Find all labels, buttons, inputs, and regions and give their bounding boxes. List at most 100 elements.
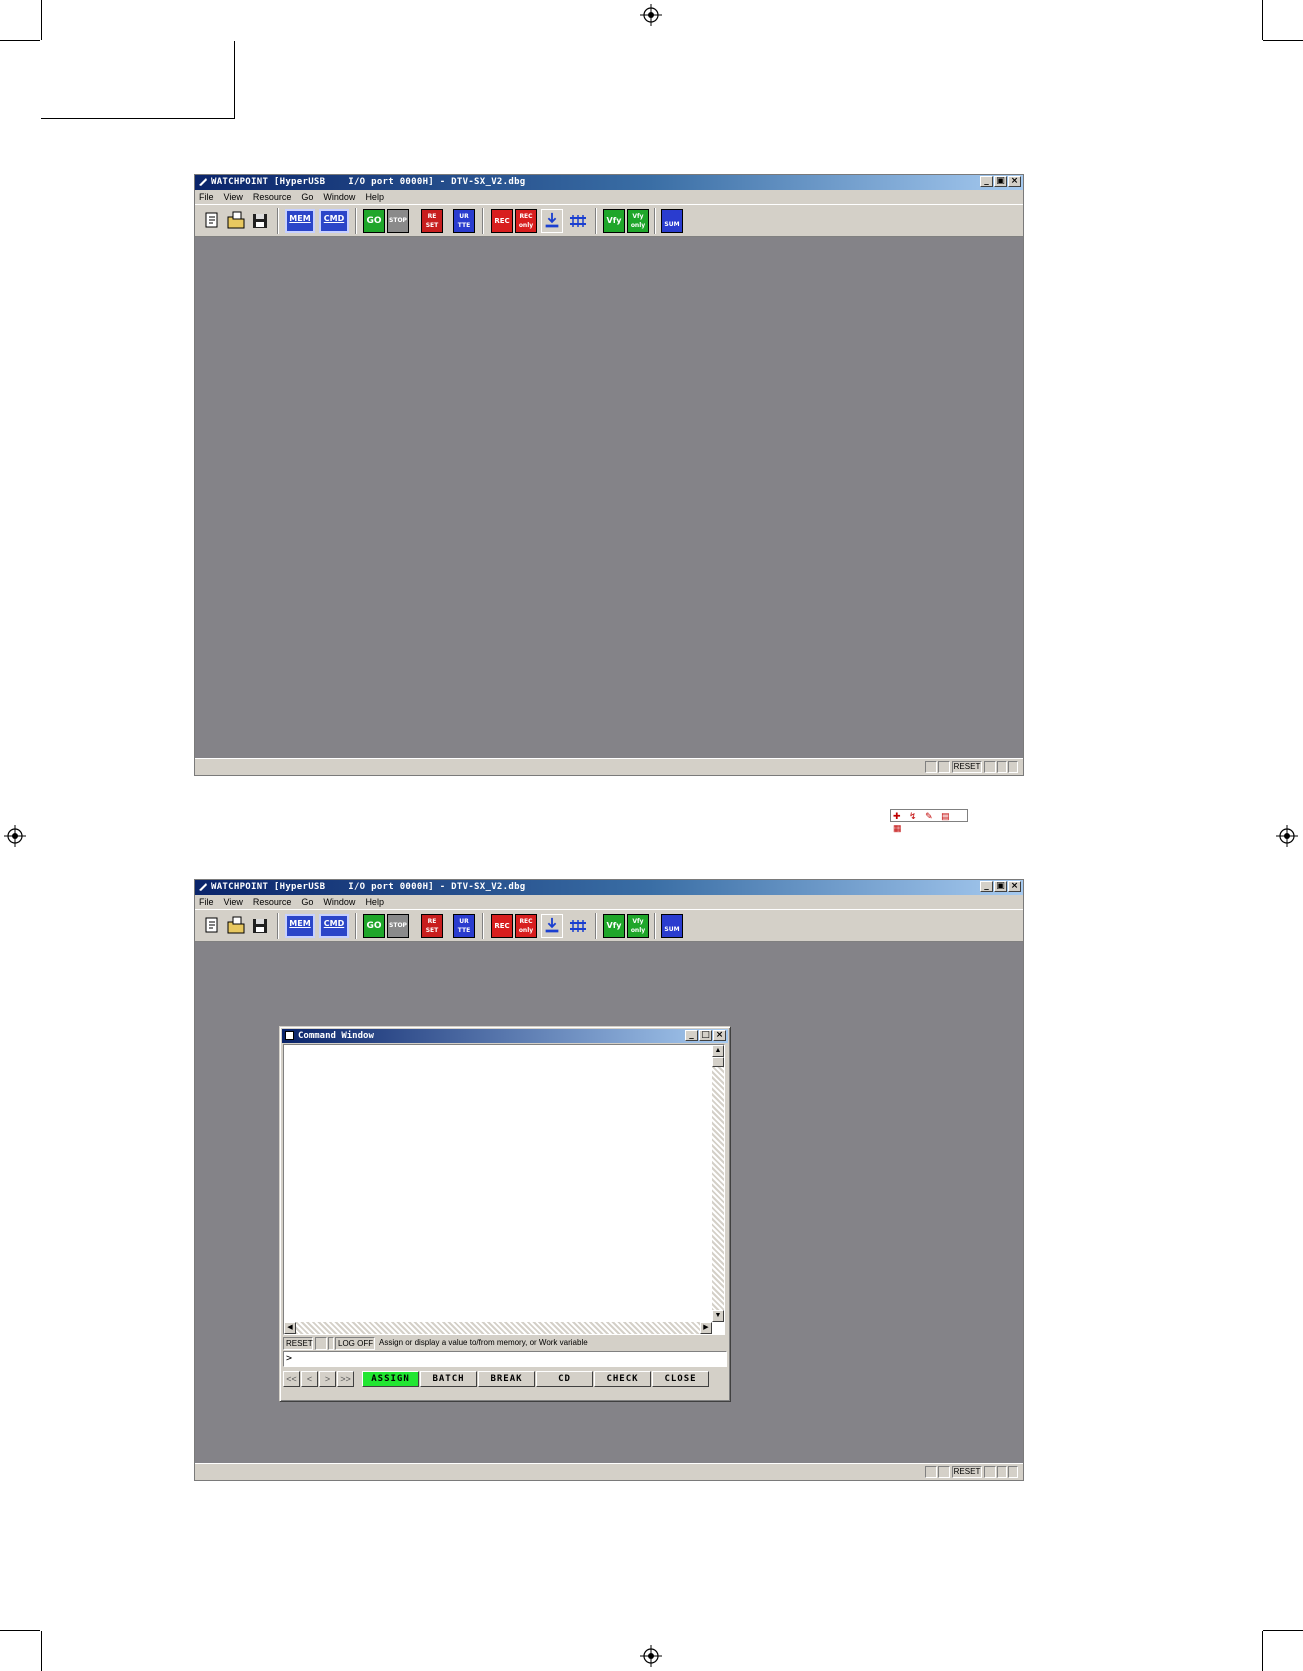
horizontal-scrollbar[interactable]: ◀ ▶: [284, 1322, 712, 1334]
scroll-left-button[interactable]: ◀: [284, 1322, 296, 1334]
open-folder-icon[interactable]: [225, 914, 247, 938]
go-button[interactable]: GO: [363, 914, 385, 938]
crop-mark: [1262, 0, 1263, 40]
breakpoints-icon[interactable]: [567, 914, 589, 938]
rec-only-label-b: only: [518, 927, 534, 934]
reset-button[interactable]: RE SET: [421, 914, 443, 938]
minimize-button[interactable]: _: [980, 881, 993, 892]
verify-only-label-a: Vfy: [632, 918, 644, 925]
app-icon: [199, 178, 207, 186]
save-icon[interactable]: [249, 209, 271, 233]
menu-help[interactable]: Help: [365, 190, 384, 204]
ur-button[interactable]: UR TTE: [453, 914, 475, 938]
cmd-button[interactable]: CMD: [319, 914, 349, 938]
assign-button[interactable]: ASSIGN: [362, 1371, 419, 1387]
verify-only-label-b: only: [630, 222, 646, 229]
scroll-right-button[interactable]: ▶: [700, 1322, 712, 1334]
sum-button[interactable]: SUM: [661, 209, 683, 233]
menu-window[interactable]: Window: [323, 190, 355, 204]
download-icon[interactable]: [541, 914, 563, 938]
maximize-button[interactable]: □: [699, 1030, 712, 1041]
save-icon[interactable]: [249, 914, 271, 938]
break-button[interactable]: BREAK: [478, 1371, 535, 1387]
close-button[interactable]: ×: [713, 1030, 726, 1041]
minimize-button[interactable]: _: [685, 1030, 698, 1041]
vertical-scrollbar[interactable]: ▲ ▼: [712, 1045, 724, 1322]
menu-help[interactable]: Help: [365, 895, 384, 909]
registration-mark-icon: [4, 825, 26, 847]
title-bar[interactable]: WATCHPOINT [HyperUSB I/O port 0000H] - D…: [195, 175, 1023, 190]
verify-only-button[interactable]: Vfy only: [627, 209, 649, 233]
command-input[interactable]: >: [283, 1351, 727, 1367]
verify-only-button[interactable]: Vfy only: [627, 914, 649, 938]
history-last-button[interactable]: >>: [337, 1371, 354, 1387]
rec-button[interactable]: REC: [491, 209, 513, 233]
reset-button[interactable]: RE SET: [421, 209, 443, 233]
minimized-window-icons[interactable]: ✚ ↯ ✎ ▤ ▦: [890, 809, 968, 833]
menu-window[interactable]: Window: [323, 895, 355, 909]
status-reset: RESET: [952, 761, 982, 773]
rec-only-label-b: only: [518, 222, 534, 229]
registration-mark-icon: [640, 1645, 662, 1667]
status-cell: [1008, 1466, 1018, 1478]
status-cell: [984, 1466, 996, 1478]
mem-button[interactable]: MEM: [285, 914, 315, 938]
history-first-button[interactable]: <<: [283, 1371, 300, 1387]
scroll-down-button[interactable]: ▼: [712, 1310, 724, 1322]
go-button[interactable]: GO: [363, 209, 385, 233]
history-next-button[interactable]: >: [319, 1371, 336, 1387]
check-button[interactable]: CHECK: [594, 1371, 651, 1387]
scroll-thumb[interactable]: [712, 1057, 724, 1067]
status-reset: RESET: [283, 1337, 313, 1350]
menu-file[interactable]: File: [199, 190, 214, 204]
history-prev-button[interactable]: <: [301, 1371, 318, 1387]
stop-button[interactable]: STOP: [387, 209, 409, 233]
command-output-area[interactable]: ▲ ▼ ◀ ▶: [283, 1044, 725, 1335]
toolbar-separator: [654, 913, 656, 939]
cd-button[interactable]: CD: [536, 1371, 593, 1387]
restore-button[interactable]: ▣: [994, 881, 1007, 892]
ur-button[interactable]: UR TTE: [453, 209, 475, 233]
mdi-client-area: Command Window _ □ × ▲ ▼ ◀ ▶ RESET LOG O…: [195, 942, 1023, 1463]
toolbar-separator: [595, 208, 597, 234]
close-command-button[interactable]: CLOSE: [652, 1371, 709, 1387]
breakpoints-icon[interactable]: [567, 209, 589, 233]
batch-button[interactable]: BATCH: [420, 1371, 477, 1387]
reset-button-label-a: RE: [427, 918, 437, 925]
menu-go[interactable]: Go: [301, 190, 313, 204]
verify-button[interactable]: Vfy: [603, 914, 625, 938]
menu-resource[interactable]: Resource: [253, 190, 292, 204]
menu-view[interactable]: View: [224, 895, 243, 909]
menu-go[interactable]: Go: [301, 895, 313, 909]
restore-button[interactable]: ▣: [994, 176, 1007, 187]
open-folder-icon[interactable]: [225, 209, 247, 233]
close-button[interactable]: ×: [1008, 881, 1021, 892]
new-file-icon[interactable]: [201, 914, 223, 938]
menu-file[interactable]: File: [199, 895, 214, 909]
frame-line: [41, 118, 235, 119]
command-button-row: << < > >> ASSIGN BATCH BREAK CD CHECK CL…: [283, 1369, 727, 1389]
verify-only-label-b: only: [630, 927, 646, 934]
close-button[interactable]: ×: [1008, 176, 1021, 187]
status-cell: [925, 1466, 937, 1478]
menu-resource[interactable]: Resource: [253, 895, 292, 909]
command-window-title-bar[interactable]: Command Window _ □ ×: [282, 1029, 728, 1043]
new-file-icon[interactable]: [201, 209, 223, 233]
crop-mark: [41, 1631, 42, 1671]
mem-button[interactable]: MEM: [285, 209, 315, 233]
status-bar: RESET: [195, 1463, 1023, 1480]
cmd-button[interactable]: CMD: [319, 209, 349, 233]
toolbar-separator: [595, 913, 597, 939]
sum-button[interactable]: SUM: [661, 914, 683, 938]
download-icon[interactable]: [541, 209, 563, 233]
rec-only-button[interactable]: REC only: [515, 914, 537, 938]
stop-button[interactable]: STOP: [387, 914, 409, 938]
rec-only-button[interactable]: REC only: [515, 209, 537, 233]
minimize-button[interactable]: _: [980, 176, 993, 187]
rec-button[interactable]: REC: [491, 914, 513, 938]
title-bar[interactable]: WATCHPOINT [HyperUSB I/O port 0000H] - D…: [195, 880, 1023, 895]
menu-view[interactable]: View: [224, 190, 243, 204]
command-window-title: Command Window: [298, 1031, 374, 1041]
verify-button[interactable]: Vfy: [603, 209, 625, 233]
scroll-up-button[interactable]: ▲: [712, 1045, 724, 1057]
